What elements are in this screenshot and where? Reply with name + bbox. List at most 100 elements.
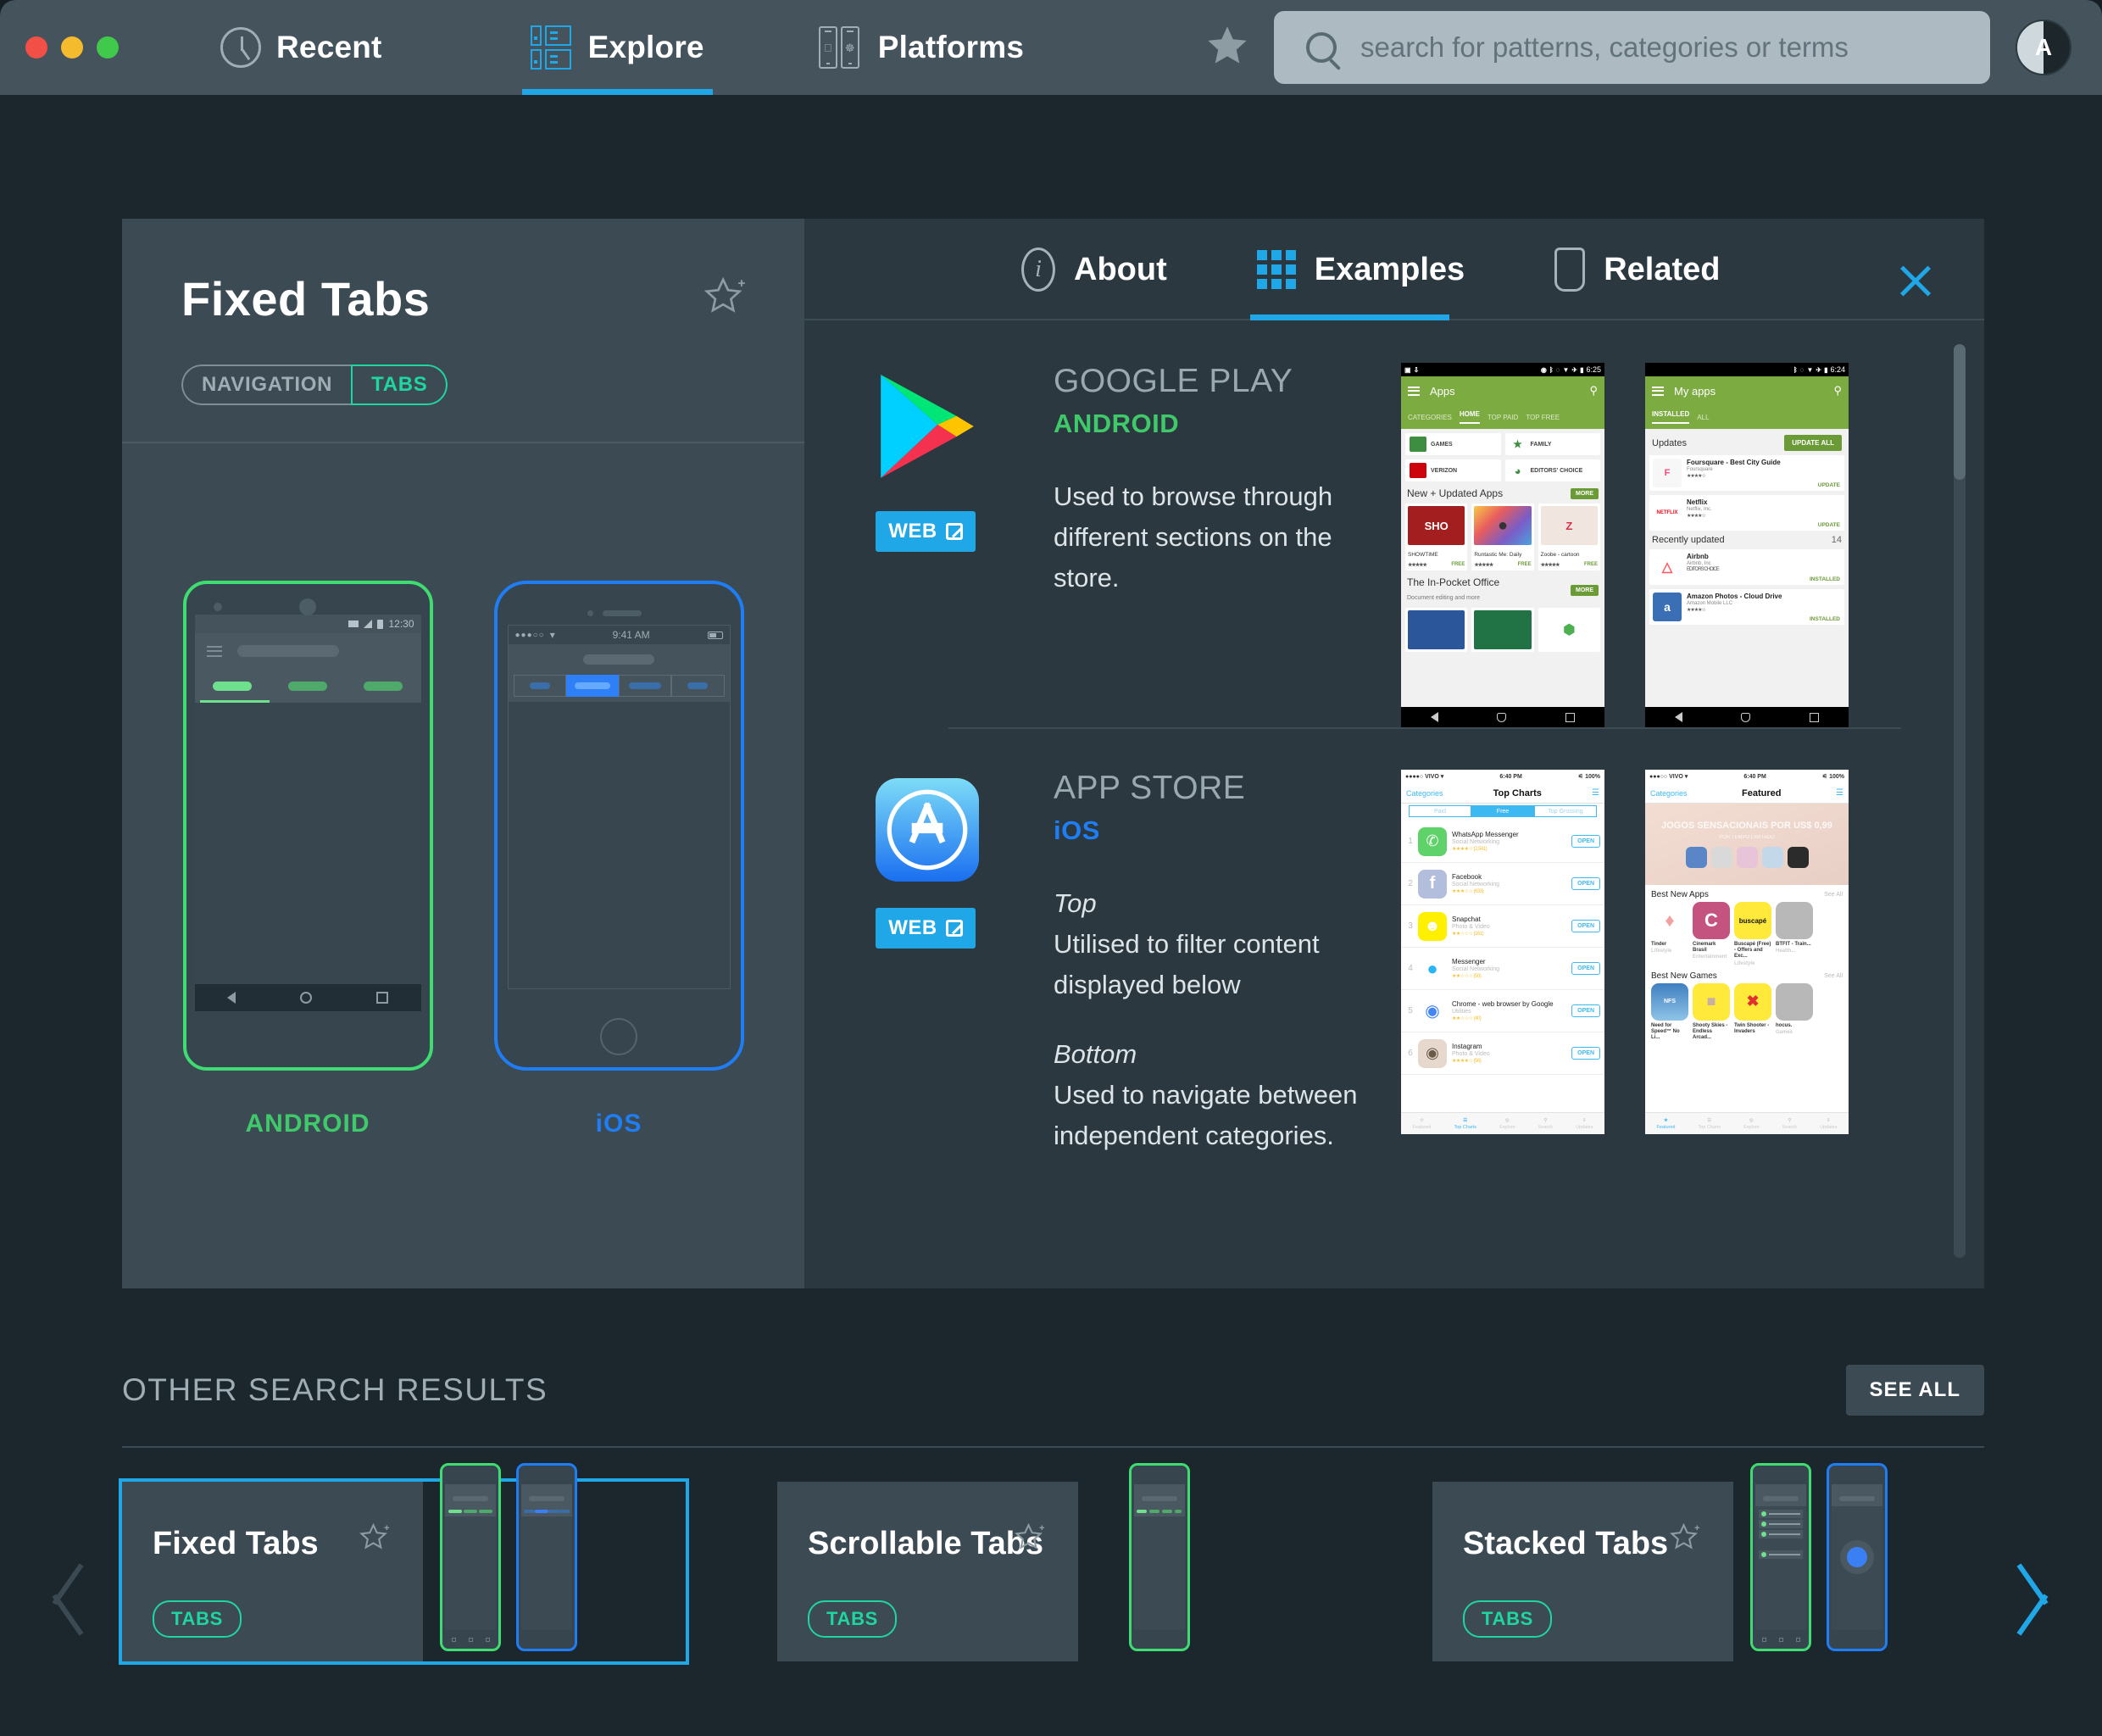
more-button[interactable]: MORE [1571, 487, 1599, 499]
chevron-right-icon[interactable] [2014, 1563, 2053, 1636]
segment-paid[interactable]: Paid [1409, 805, 1471, 817]
tab-all[interactable]: ALL [1697, 414, 1709, 421]
app-card[interactable]: ⬢ [1538, 608, 1600, 652]
recents-icon[interactable] [1565, 712, 1576, 722]
nav-item-platforms[interactable]:  ☸ Platforms [810, 0, 1032, 95]
minimize-window-button[interactable] [61, 36, 83, 58]
tab-search[interactable]: ⚲ Search [1538, 1118, 1553, 1130]
search-input[interactable] [1360, 31, 1954, 64]
tab-home[interactable]: HOME [1459, 410, 1480, 424]
category-verizon[interactable]: VERIZON [1405, 459, 1501, 481]
tab-examples[interactable]: Examples [1249, 219, 1471, 320]
app-row[interactable]: 2 f Facebook Social Networking ★★★☆☆ (63… [1401, 863, 1604, 905]
update-button[interactable]: UPDATE [1818, 522, 1840, 528]
app-card[interactable] [1405, 608, 1468, 652]
update-all-button[interactable]: UPDATE ALL [1784, 435, 1842, 451]
tab-top-charts[interactable]: ☰ Top Charts [1698, 1118, 1721, 1130]
back-icon[interactable] [1674, 712, 1682, 722]
app-row[interactable]: NETFLIX Netflix Netflix, Inc. ★★★★☆ UPDA… [1649, 495, 1844, 531]
tab-top-paid[interactable]: TOP PAID [1488, 414, 1518, 421]
category-games[interactable]: GAMES [1405, 433, 1501, 455]
tab-about[interactable]: i About [1015, 219, 1174, 320]
result-card-scrollable-tabs[interactable]: Scrollable Tabs TABS [777, 1463, 1341, 1661]
open-button[interactable]: OPEN [1571, 877, 1600, 890]
home-icon[interactable] [1497, 712, 1507, 722]
tab-explore[interactable]: ◎ Explore [1743, 1118, 1760, 1130]
categories-button[interactable]: Categories [1406, 789, 1443, 798]
result-card-stacked-tabs[interactable]: Stacked Tabs TABS [1432, 1463, 1996, 1661]
open-button[interactable]: OPEN [1571, 1047, 1600, 1060]
app-row[interactable]: F Foursquare - Best City Guide Foursquar… [1649, 455, 1844, 491]
star-plus-icon[interactable] [1669, 1522, 1704, 1561]
web-link-button[interactable]: WEB [876, 908, 976, 949]
home-icon[interactable] [1741, 712, 1751, 722]
app-card[interactable]: ✖ Twin Shooter - Invaders [1734, 982, 1771, 1042]
search-bar[interactable] [1274, 11, 1990, 84]
see-all-button[interactable]: SEE ALL [1845, 1365, 1984, 1416]
app-card[interactable]: SHO SHOWTIME ★★★★★ FREE [1405, 504, 1468, 570]
app-card[interactable]: NFS Need for Speed™ No Li... [1651, 982, 1688, 1042]
result-card-fixed-tabs[interactable]: Fixed Tabs TABS [119, 1463, 689, 1665]
close-icon[interactable] [1896, 261, 1935, 300]
app-row[interactable]: 4 ● Messenger Social Networking ★★☆☆☆ (5… [1401, 948, 1604, 990]
recents-icon[interactable] [1810, 712, 1820, 722]
close-window-button[interactable] [25, 36, 47, 58]
list-icon[interactable]: ☰ [1592, 788, 1599, 798]
window-traffic-lights[interactable] [25, 36, 119, 58]
categories-button[interactable]: Categories [1650, 789, 1688, 798]
segment-free[interactable]: Free [1471, 805, 1534, 817]
tab-featured[interactable]: ☆ Featured [1412, 1118, 1431, 1130]
tab-explore[interactable]: ◎ Explore [1499, 1118, 1515, 1130]
open-button[interactable]: OPEN [1571, 962, 1600, 975]
open-button[interactable]: OPEN [1571, 920, 1600, 932]
category-family[interactable]: ★ FAMILY [1504, 433, 1600, 455]
scrollbar-thumb[interactable] [1954, 344, 1966, 480]
star-plus-icon[interactable] [703, 276, 752, 326]
app-row[interactable]: a Amazon Photos - Cloud Drive Amazon Mob… [1649, 589, 1844, 625]
more-button[interactable]: MORE [1571, 584, 1599, 596]
tab-top-free[interactable]: TOP FREE [1526, 414, 1560, 421]
app-card[interactable]: C Cinemark Brasil Entertainment [1693, 902, 1730, 966]
category-editors-choice[interactable]: ◕ EDITORS' CHOICE [1504, 459, 1600, 481]
nav-item-recent[interactable]: Recent [212, 0, 391, 95]
app-card[interactable]: ♦ Tinder Lifestyle [1651, 902, 1688, 966]
open-button[interactable]: OPEN [1571, 835, 1600, 848]
tab-categories[interactable]: CATEGORIES [1408, 414, 1452, 421]
examples-scrollbar[interactable] [1954, 344, 1966, 1258]
app-card[interactable]: ● Runtastic Me: Daily ★★★★★ FREE [1471, 504, 1534, 570]
app-card[interactable]: Z Zoobe - cartoon ★★★★★ FREE [1538, 504, 1600, 570]
app-card[interactable]: BTFIT - Train... Health... [1776, 902, 1813, 966]
promo-banner[interactable]: JOGOS SENSACIONAIS POR US$ 0,99 POR TEMP… [1645, 804, 1849, 885]
tag-chip-navigation[interactable]: NAVIGATION [181, 364, 352, 405]
screenshot-appstore-top-charts[interactable]: ●●●●○ VIVO ▾ 6:40 PM ⚟ 100% Categories T… [1401, 770, 1604, 1134]
tab-top-charts[interactable]: ☰ Top Charts [1454, 1118, 1476, 1130]
see-all-link[interactable]: See All [1824, 973, 1843, 979]
open-button[interactable]: OPEN [1571, 1004, 1600, 1017]
app-card[interactable]: ■ Shooty Skies - Endless Arcad... [1693, 982, 1730, 1042]
star-plus-icon[interactable] [1014, 1522, 1049, 1561]
tab-search[interactable]: ⚲ Search [1782, 1118, 1797, 1130]
nav-item-explore[interactable]: Explore [521, 0, 713, 95]
star-plus-icon[interactable] [359, 1522, 394, 1561]
app-card[interactable] [1471, 608, 1534, 652]
update-button[interactable]: UPDATE [1818, 482, 1840, 488]
avatar[interactable]: A [2016, 19, 2071, 75]
screenshot-appstore-featured[interactable]: ●●●○○ VIVO ▾ 6:40 PM ⚟ 100% Categories F… [1645, 770, 1849, 1134]
app-card[interactable]: buscapé Buscapé (Free) - Offers and Exc.… [1734, 902, 1771, 966]
app-card[interactable]: hocus. Games [1776, 982, 1813, 1042]
list-icon[interactable]: ☰ [1836, 788, 1843, 798]
web-link-button[interactable]: WEB [876, 511, 976, 552]
tab-featured[interactable]: ★ Featured [1656, 1118, 1675, 1130]
tab-installed[interactable]: INSTALLED [1652, 410, 1690, 424]
tag-chip-tabs[interactable]: TABS [351, 364, 448, 405]
app-row[interactable]: 6 ◉ Instagram Photo & Video ★★★★☆ (56) O… [1401, 1032, 1604, 1075]
back-icon[interactable] [1430, 712, 1438, 722]
app-row[interactable]: △ Airbnb Airbnb, Inc EDITORS' CHOICE INS… [1649, 549, 1844, 585]
see-all-link[interactable]: See All [1824, 892, 1843, 898]
screenshot-play-apps[interactable]: ▣ ⇩ ◉ ᛒ ◌ ▼ ✈ ▮ 6:25 Apps ⚲ CATEGORIES H… [1401, 363, 1604, 727]
mockup-android[interactable]: 12:30 ANDROID [182, 581, 433, 1138]
mockup-ios[interactable]: ●●●○○ ▾ 9:41 AM iOS [493, 581, 744, 1138]
tab-updates[interactable]: ⇩ Updates [1820, 1118, 1838, 1130]
screenshot-play-my-apps[interactable]: ᛒ ◌ ▼ ✈ ▮ 6:24 My apps ⚲ INSTALLED ALL U… [1645, 363, 1849, 727]
maximize-window-button[interactable] [97, 36, 119, 58]
